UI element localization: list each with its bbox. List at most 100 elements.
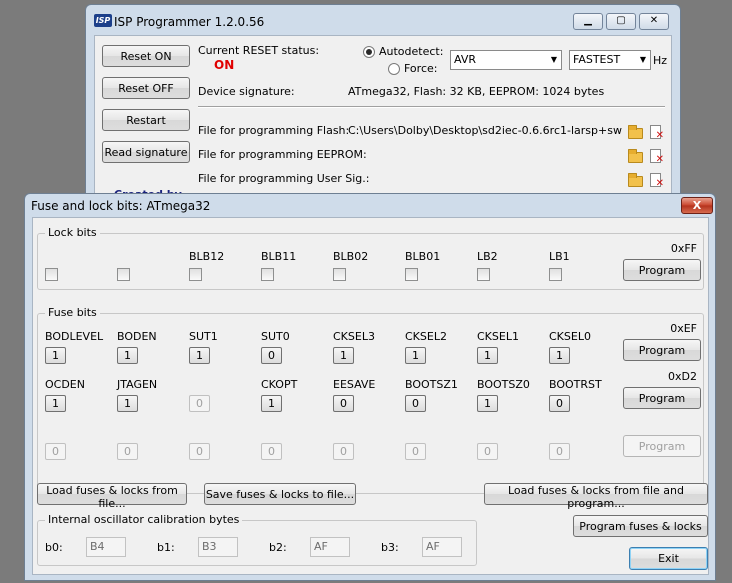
isp-programmer-window: ISP ISP Programmer 1.2.0.56 ▁ ▢ ✕ Reset … <box>85 4 681 204</box>
open-flash-folder-icon[interactable] <box>628 125 643 139</box>
fuse-bit-name: CKSEL0 <box>549 330 591 343</box>
lock-bit-name: BLB11 <box>261 250 297 263</box>
fuse-bit-name: CKSEL2 <box>405 330 447 343</box>
open-usersig-folder-icon[interactable] <box>628 173 643 187</box>
save-fuses-to-file-button[interactable]: Save fuses & locks to file... <box>204 483 356 505</box>
maximize-button[interactable]: ▢ <box>606 13 636 30</box>
maximize-icon: ▢ <box>616 15 626 26</box>
fuse-bit-name: BODLEVEL <box>45 330 104 343</box>
fuse-bit-toggle-disabled: 0 <box>45 443 66 460</box>
fuse-bit-name: EESAVE <box>333 378 376 391</box>
fuse-bit-toggle-sut0[interactable]: 0 <box>261 347 282 364</box>
minimize-icon: ▁ <box>584 15 592 26</box>
lock-bit-checkbox[interactable] <box>117 268 130 281</box>
lock-bits-group <box>37 233 704 290</box>
speed-select[interactable]: FASTEST ▼ <box>569 50 651 70</box>
fuse-bit-toggle-cksel2[interactable]: 1 <box>405 347 426 364</box>
fuse-bit-toggle-disabled: 0 <box>333 443 354 460</box>
lock-bit-checkbox-lb2[interactable] <box>477 268 490 281</box>
chevron-down-icon: ▼ <box>639 55 646 64</box>
osc-b3-field: AF <box>422 537 462 557</box>
flash-file-path[interactable]: C:\Users\Dolby\Desktop\sd2iec-0.6.6rc1-l… <box>348 124 623 137</box>
device-type-select[interactable]: AVR ▼ <box>450 50 562 70</box>
dialog-title: Fuse and lock bits: ATmega32 <box>31 199 211 213</box>
clear-eeprom-file-icon[interactable] <box>650 149 664 165</box>
lock-bit-checkbox[interactable] <box>45 268 58 281</box>
fuse-bits-title: Fuse bits <box>45 306 100 319</box>
lock-bits-title: Lock bits <box>45 226 100 239</box>
fuse-bit-name: JTAGEN <box>117 378 158 391</box>
chevron-down-icon: ▼ <box>550 55 557 64</box>
fuse-bit-toggle-jtagen[interactable]: 1 <box>117 395 138 412</box>
program-fuse-ext-button: Program <box>623 435 701 457</box>
fuse-high-hex: 0xD2 <box>668 370 697 383</box>
lock-bit-checkbox-lb1[interactable] <box>549 268 562 281</box>
fuse-bit-name: SUT1 <box>189 330 218 343</box>
clear-usersig-file-icon[interactable] <box>650 173 664 189</box>
autodetect-label: Autodetect: <box>379 45 444 58</box>
osc-b0-label: b0: <box>45 541 63 554</box>
lock-bit-checkbox-blb12[interactable] <box>189 268 202 281</box>
clear-flash-file-icon[interactable] <box>650 125 664 141</box>
fuse-bit-toggle-bootsz1[interactable]: 0 <box>405 395 426 412</box>
fuse-bit-toggle-ocden[interactable]: 1 <box>45 395 66 412</box>
fuse-bit-name: OCDEN <box>45 378 85 391</box>
program-fuses-locks-button[interactable]: Program fuses & locks <box>573 515 708 537</box>
speed-unit: Hz <box>653 54 668 67</box>
exit-button[interactable]: Exit <box>629 547 708 570</box>
fuse-bit-name: BOOTSZ0 <box>477 378 530 391</box>
lock-bit-checkbox-blb01[interactable] <box>405 268 418 281</box>
fuse-bit-toggle-sut1[interactable]: 1 <box>189 347 210 364</box>
read-signature-button[interactable]: Read signature <box>102 141 190 163</box>
fuse-lock-dialog: Fuse and lock bits: ATmega32 X Lock bits… <box>24 193 716 581</box>
autodetect-radio[interactable] <box>363 46 375 58</box>
fuse-bit-toggle-disabled: 0 <box>117 443 138 460</box>
osc-b1-label: b1: <box>157 541 175 554</box>
open-eeprom-folder-icon[interactable] <box>628 149 643 163</box>
lock-bit-name: LB1 <box>549 250 570 263</box>
fuse-bit-toggle-ckopt[interactable]: 1 <box>261 395 282 412</box>
fuse-bit-toggle-bodlevel[interactable]: 1 <box>45 347 66 364</box>
dialog-client-area: Lock bits BLB12 BLB11 BLB02 BLB01 LB2 LB… <box>32 217 709 575</box>
oscillator-calibration-title: Internal oscillator calibration bytes <box>45 513 243 526</box>
minimize-button[interactable]: ▁ <box>573 13 603 30</box>
device-type-value: AVR <box>454 53 476 66</box>
lock-bit-name: BLB12 <box>189 250 225 263</box>
fuse-bit-name: BODEN <box>117 330 157 343</box>
lock-bit-checkbox-blb02[interactable] <box>333 268 346 281</box>
fuse-bit-toggle-bootsz0[interactable]: 1 <box>477 395 498 412</box>
osc-b2-field: AF <box>310 537 350 557</box>
lock-bit-name: BLB02 <box>333 250 369 263</box>
app-logo-icon: ISP <box>94 14 112 27</box>
load-and-program-button[interactable]: Load fuses & locks from file and program… <box>484 483 708 510</box>
fuse-bit-toggle-bootrst[interactable]: 0 <box>549 395 570 412</box>
program-fuse-high-button[interactable]: Program <box>623 387 701 409</box>
close-button[interactable]: ✕ <box>639 13 669 30</box>
fuse-bit-toggle-cksel1[interactable]: 1 <box>477 347 498 364</box>
fuse-bit-toggle-cksel3[interactable]: 1 <box>333 347 354 364</box>
fuse-bit-toggle-boden[interactable]: 1 <box>117 347 138 364</box>
usersig-file-label: File for programming User Sig.: <box>198 172 370 185</box>
close-icon: X <box>692 199 702 212</box>
dialog-close-button[interactable]: X <box>681 197 713 214</box>
lock-bit-name: LB2 <box>477 250 498 263</box>
reset-off-button[interactable]: Reset OFF <box>102 77 190 99</box>
reset-on-button[interactable]: Reset ON <box>102 45 190 67</box>
force-radio[interactable] <box>388 63 400 75</box>
restart-button[interactable]: Restart <box>102 109 190 131</box>
lock-bit-name: BLB01 <box>405 250 441 263</box>
fuse-bit-toggle-disabled: 0 <box>405 443 426 460</box>
main-client-area: Reset ON Reset OFF Restart Read signatur… <box>94 35 672 203</box>
program-fuse-low-button[interactable]: Program <box>623 339 701 361</box>
lock-bit-checkbox-blb11[interactable] <box>261 268 274 281</box>
fuse-bit-toggle-eesave[interactable]: 0 <box>333 395 354 412</box>
reset-status-label: Current RESET status: <box>198 44 320 57</box>
fuse-bit-toggle-cksel0[interactable]: 1 <box>549 347 570 364</box>
flash-file-label: File for programming Flash: <box>198 124 350 137</box>
program-lock-bits-button[interactable]: Program <box>623 259 701 281</box>
lock-bits-hex: 0xFF <box>670 242 697 255</box>
force-label: Force: <box>404 62 438 75</box>
osc-b0-field: B4 <box>86 537 126 557</box>
fuse-bit-toggle-disabled: 0 <box>261 443 282 460</box>
load-fuses-from-file-button[interactable]: Load fuses & locks from file... <box>37 483 187 510</box>
